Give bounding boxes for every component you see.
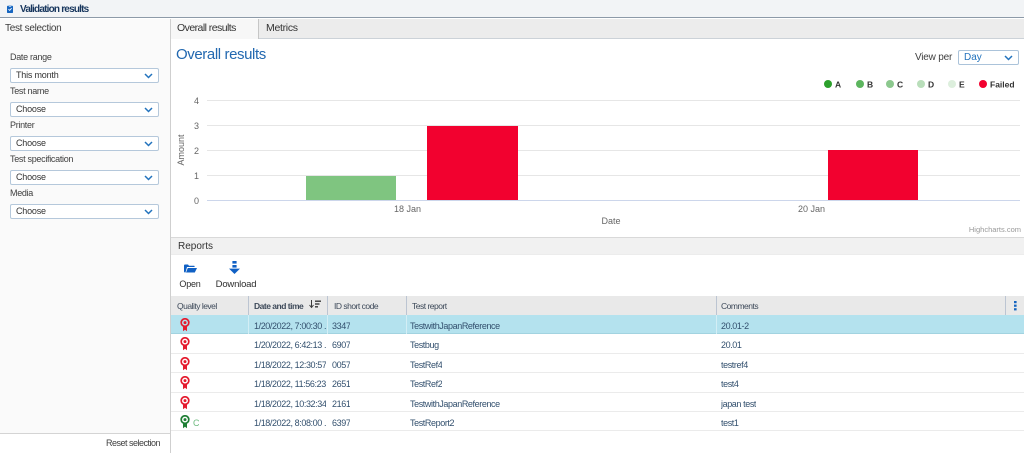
svg-text:18 Jan: 18 Jan [394, 204, 421, 214]
svg-text:Date: Date [601, 216, 620, 226]
svg-text:2: 2 [194, 146, 199, 156]
svg-text:3: 3 [194, 121, 199, 131]
svg-text:A: A [835, 80, 841, 90]
svg-text:Amount: Amount [176, 134, 186, 166]
svg-text:D: D [928, 80, 934, 90]
svg-text:1: 1 [194, 171, 199, 181]
svg-text:E: E [959, 80, 965, 90]
svg-text:20 Jan: 20 Jan [798, 204, 825, 214]
svg-text:Highcharts.com: Highcharts.com [969, 225, 1021, 234]
svg-text:Failed: Failed [990, 80, 1015, 90]
svg-text:B: B [867, 80, 873, 90]
svg-text:C: C [897, 80, 903, 90]
svg-text:4: 4 [194, 96, 199, 106]
svg-text:0: 0 [194, 196, 199, 206]
